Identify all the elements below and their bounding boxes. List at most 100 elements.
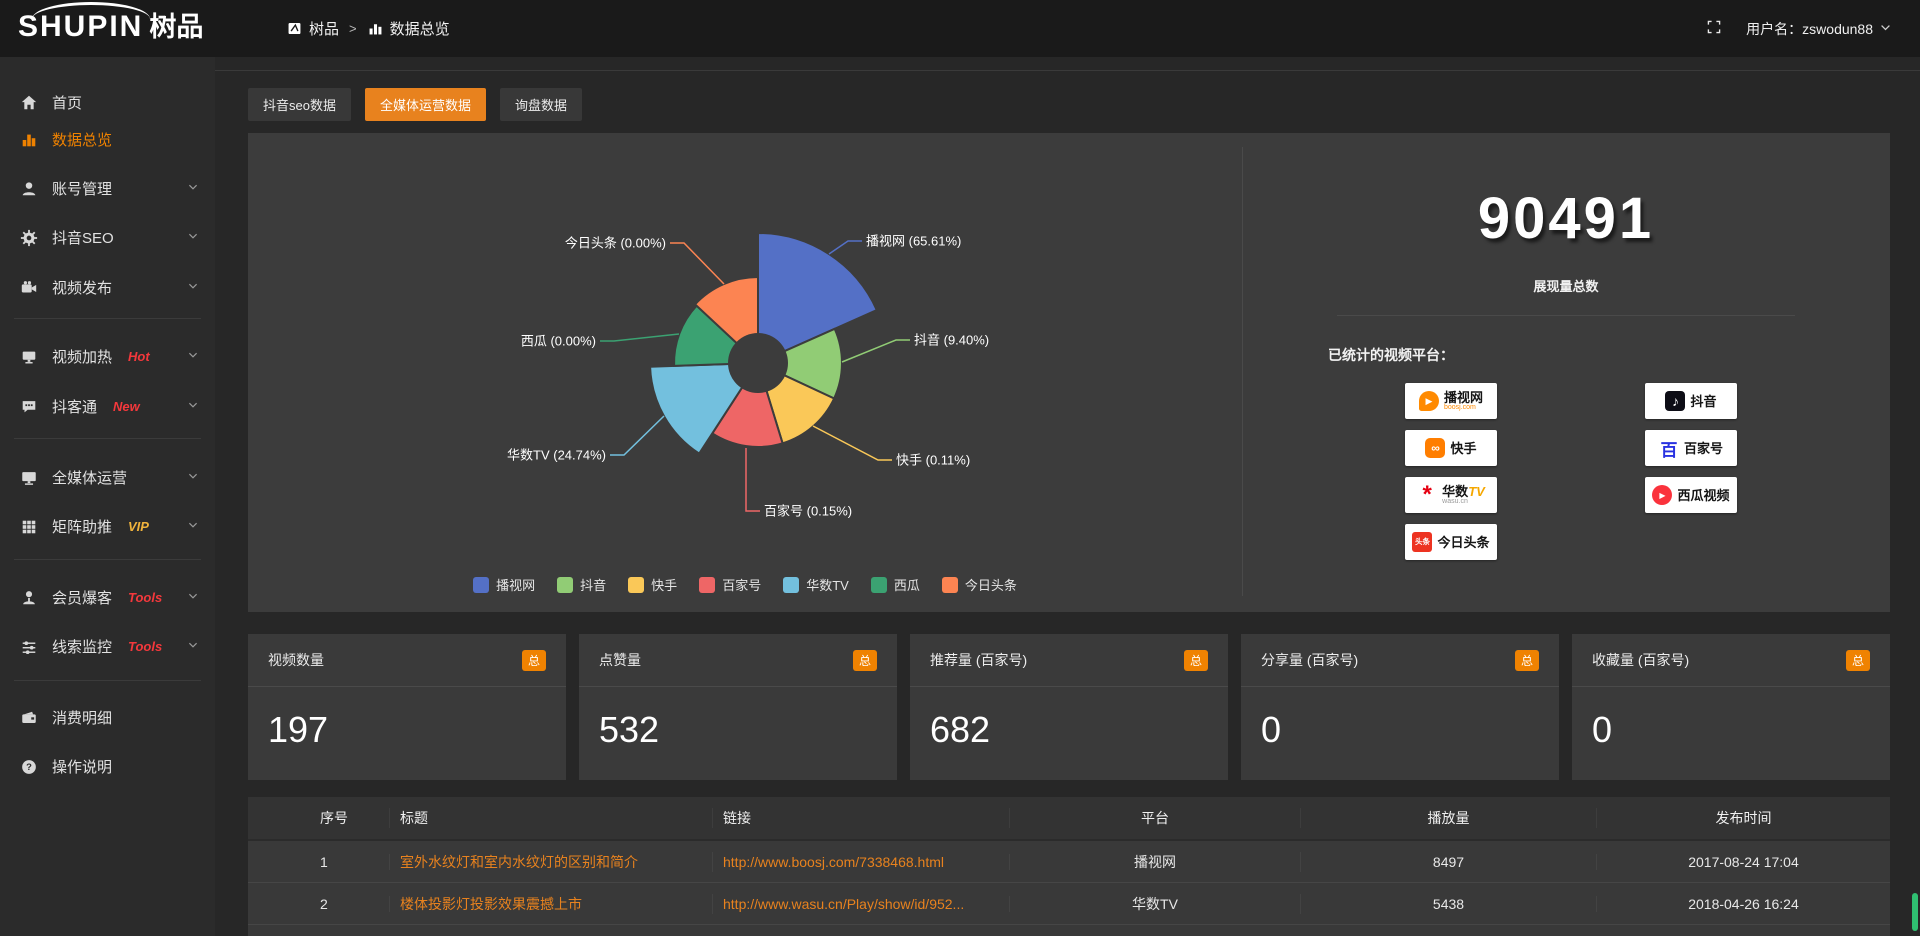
header-title: 标题 [390,808,713,828]
sidebar-item-home[interactable]: 首页 [0,82,215,123]
total-badge: 总 [522,650,546,671]
fullscreen-icon[interactable] [1706,19,1722,38]
rose-pie-chart: 播视网 (65.61%)抖音 (9.40%)快手 (0.11%)百家号 (0.1… [248,133,1242,612]
tab-2[interactable]: 全媒体运营数据 [365,88,486,121]
sidebar-item-consume-detail[interactable]: 消费明细 [0,697,215,738]
cell-title-link[interactable]: 室外水纹灯和室内水纹灯的区别和简介 [390,852,713,872]
total-badge: 总 [1846,650,1870,671]
chevron-down-icon [187,229,199,246]
legend-item-华数TV[interactable]: 华数TV [783,575,849,594]
platform-name: 快手 [1450,442,1476,455]
platform-sub: wasu.cn [1442,498,1468,506]
legend-item-西瓜[interactable]: 西瓜 [871,575,920,594]
sidebar-item-douyin-seo[interactable]: 抖音SEO [0,217,215,258]
legend-label: 快手 [651,575,677,594]
sidebar-item-data-overview[interactable]: 数据总览 [0,119,215,160]
sidebar-item-douketong[interactable]: 抖客通New [0,386,215,427]
total-badge: 总 [853,650,877,671]
legend-label: 抖音 [580,575,606,594]
header-link: 链接 [713,808,1010,828]
scrollbar-thumb[interactable] [1912,893,1918,931]
cell-url-link[interactable]: http://www.boosj.com/7338468.html [713,854,1010,870]
cell-time: 2018-04-26 16:24 [1597,896,1890,912]
tab-bar: 抖音seo数据全媒体运营数据询盘数据 [248,88,582,121]
stat-card-header: 分享量 (百家号)总 [1241,634,1559,687]
legend-swatch [628,577,644,593]
stat-card-1: 视频数量总197 [248,634,566,780]
platform-name: 百家号 [1684,442,1723,455]
stat-card-header: 推荐量 (百家号)总 [910,634,1228,687]
sidebar-item-account-manage[interactable]: 账号管理 [0,168,215,209]
user-icon [20,180,38,198]
chevron-down-icon [187,348,199,365]
sidebar-item-label: 消费明细 [52,707,112,728]
stat-card-label: 点赞量 [599,650,641,670]
logo-text-secondary: 树品 [149,10,203,44]
sidebar-divider [14,680,201,681]
gear-icon [20,229,38,247]
sidebar-item-label: 抖音SEO [52,227,114,248]
user-menu[interactable]: 用户名：zswodun88 [1746,19,1892,39]
tab-3[interactable]: 询盘数据 [500,88,582,121]
table-row-2: 2楼体投影灯投影效果震撼上市http://www.wasu.cn/Play/sh… [248,883,1890,925]
cell-time: 2017-08-24 17:04 [1597,854,1890,870]
sidebar-item-media-operation[interactable]: 全媒体运营 [0,457,215,498]
header-platform: 平台 [1010,808,1301,828]
legend-item-百家号[interactable]: 百家号 [699,575,761,594]
sidebar-item-label: 视频加热 [52,346,112,367]
header-views: 播放量 [1301,808,1597,828]
sliders-icon [20,638,38,656]
pie-label-播视网: 播视网 (65.61%) [866,234,961,249]
stat-card-header: 视频数量总 [248,634,566,687]
sidebar-divider [14,438,201,439]
legend-item-今日头条[interactable]: 今日头条 [942,575,1017,594]
baijiahao-logo: 百 [1659,438,1679,458]
header-time: 发布时间 [1597,808,1890,828]
sidebar-item-label: 数据总览 [52,129,112,150]
sidebar-item-label: 账号管理 [52,178,112,199]
pie-hole [728,333,788,393]
tab-1[interactable]: 抖音seo数据 [248,88,351,121]
pie-label-line-今日头条 [670,243,724,284]
question-icon: ? [20,758,38,776]
legend-swatch [783,577,799,593]
logo-arc [32,2,150,19]
breadcrumb-item-1[interactable]: 树品 [286,18,339,39]
legend-swatch [942,577,958,593]
chart-legend: 播视网 抖音 快手 百家号 华数TV 西瓜 今日头条 [248,575,1242,594]
legend-item-播视网[interactable]: 播视网 [473,575,535,594]
logo[interactable]: SHUPIN 树品 [18,10,203,44]
chevron-down-icon [187,469,199,486]
video-icon [20,279,38,297]
xigua-logo: ▶ [1652,485,1672,505]
bar-chart-icon [20,131,38,149]
sidebar-item-label: 视频发布 [52,277,112,298]
sidebar-item-label: 会员爆客 [52,587,112,608]
breadcrumb-item-2[interactable]: 数据总览 [367,18,450,39]
sidebar-item-clue-monitor[interactable]: 线索监控Tools [0,626,215,667]
wasu-logo: * [1417,485,1437,505]
legend-item-快手[interactable]: 快手 [628,575,677,594]
legend-item-抖音[interactable]: 抖音 [557,575,606,594]
platform-name: 抖音 [1690,395,1716,408]
screen-icon [20,348,38,366]
sidebar-item-video-publish[interactable]: 视频发布 [0,267,215,308]
cell-platform: 播视网 [1010,852,1301,872]
sidebar-item-video-heat[interactable]: 视频加热Hot [0,336,215,377]
cell-url-link[interactable]: http://www.wasu.cn/Play/show/id/952... [713,896,1010,912]
summary-divider [1337,315,1795,316]
topbar-right: 用户名：zswodun88 [1706,0,1892,57]
legend-label: 西瓜 [894,575,920,594]
sidebar-item-member-baoke[interactable]: 会员爆客Tools [0,577,215,618]
sidebar: 首页数据总览账号管理抖音SEO 视频发布视频加热Hot 抖客通New 全媒体运营矩阵助… [0,57,215,936]
platform-name: 西瓜视频 [1677,489,1729,502]
sidebar-item-help[interactable]: ?操作说明 [0,746,215,787]
legend-swatch [557,577,573,593]
cell-title-link[interactable]: 楼体投影灯投影效果震撼上市 [390,894,713,914]
videos-table: 序号标题链接平台播放量发布时间1室外水纹灯和室内水纹灯的区别和简介http://… [248,797,1890,936]
stat-card-2: 点赞量总532 [579,634,897,780]
stat-card-label: 推荐量 (百家号) [930,650,1027,670]
sidebar-item-matrix-boost[interactable]: 矩阵助推VIP [0,506,215,547]
stat-card-value: 197 [248,687,566,751]
pie-label-line-播视网 [829,241,862,254]
